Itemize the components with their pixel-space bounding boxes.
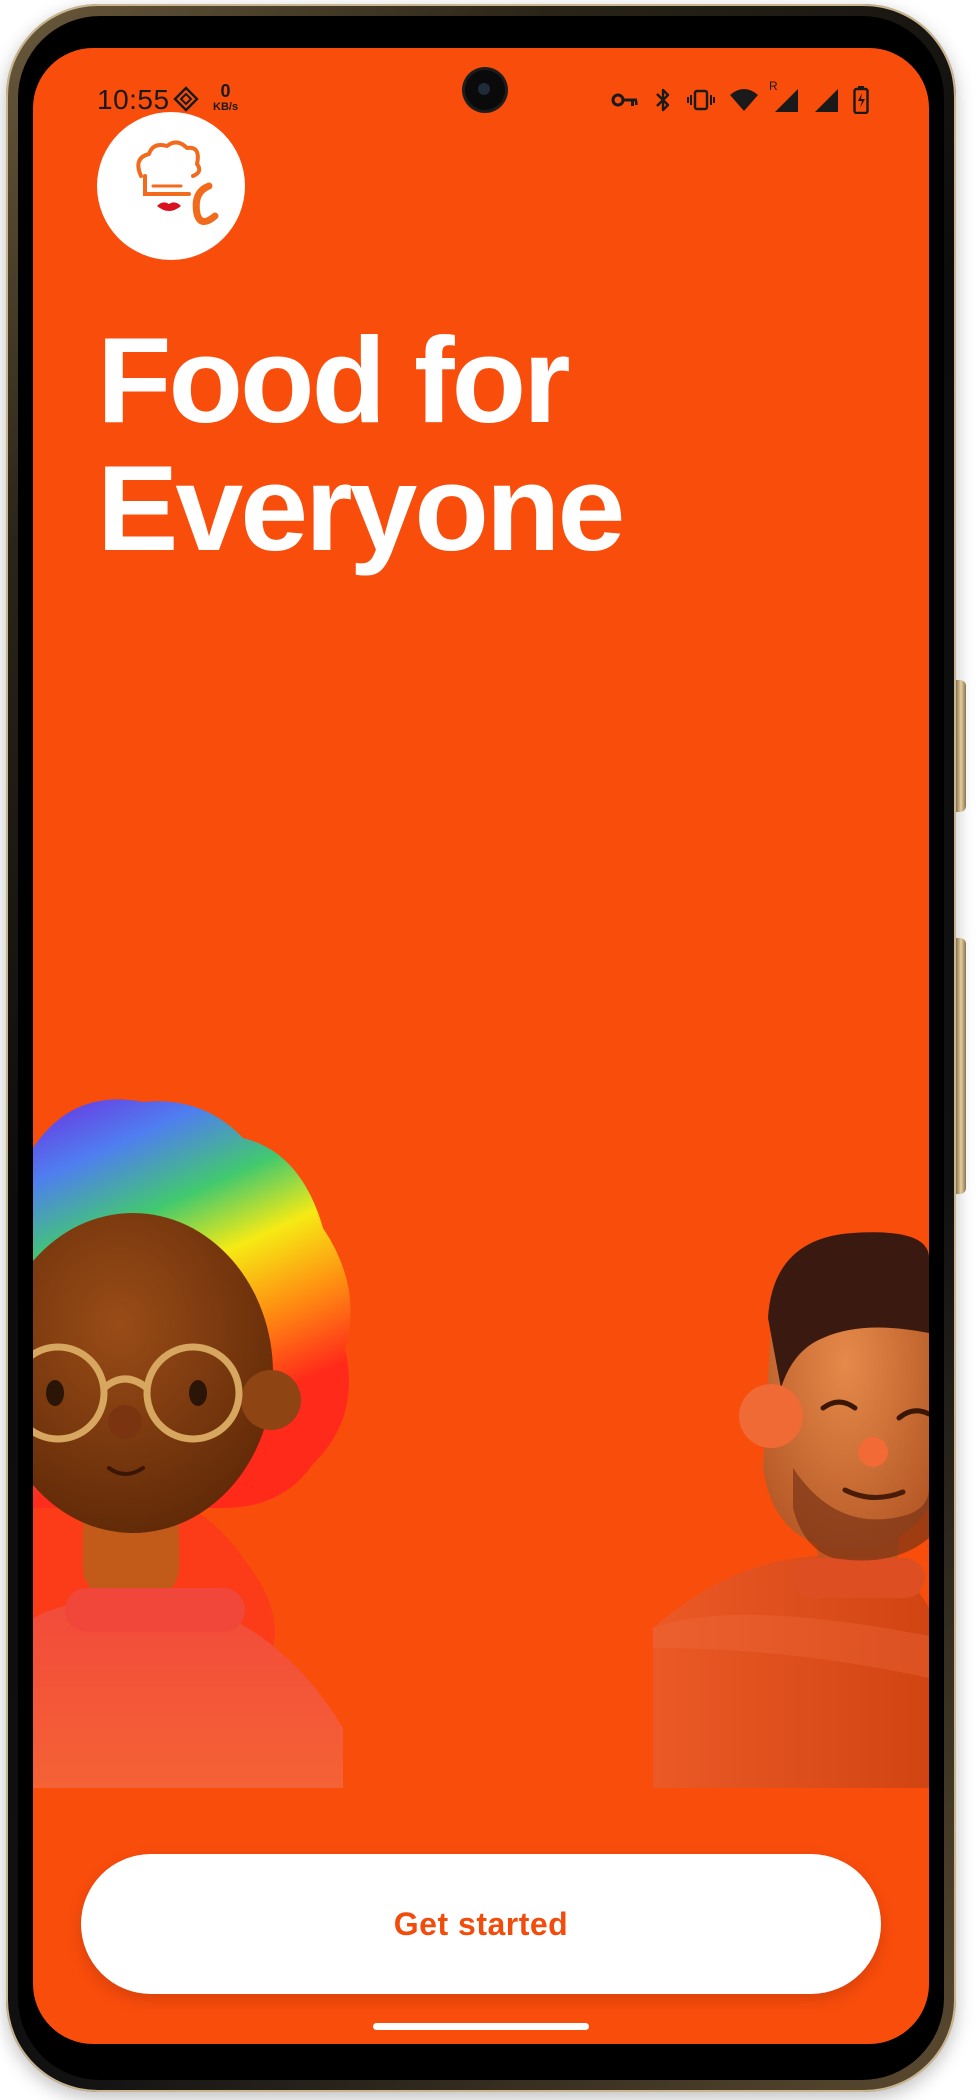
status-bar: 10:55 0 KB/s R [33, 48, 929, 115]
status-icons: R [611, 79, 869, 114]
signal-icon [813, 87, 839, 113]
battery-icon [853, 86, 869, 114]
woman-with-rainbow-hair-avatar [33, 1099, 351, 1788]
headline-line-1: Food for [97, 312, 571, 448]
vpn-key-icon [611, 92, 639, 108]
home-indicator[interactable] [373, 2023, 589, 2030]
vibrate-icon [687, 88, 715, 112]
chef-hat-logo-icon [136, 140, 219, 225]
power-button [956, 938, 966, 1194]
bearded-man-avatar [653, 1232, 929, 1788]
network-speed: 0 KB/s [213, 81, 238, 114]
app-logo [97, 112, 245, 260]
data-saver-icon [173, 86, 199, 112]
network-speed-value: 0 [220, 81, 231, 101]
front-camera [465, 70, 505, 110]
headline: Food for Everyone [97, 316, 877, 572]
headline-line-2: Everyone [97, 440, 625, 576]
wifi-icon [729, 88, 759, 112]
app-screen: 10:55 0 KB/s R Food for Everyone Get sta… [33, 48, 929, 2044]
signal-roaming-icon: R [769, 79, 799, 113]
roaming-label: R [769, 79, 778, 93]
volume-button [956, 680, 966, 812]
people-illustration [33, 1099, 929, 1788]
bluetooth-icon [653, 87, 673, 113]
get-started-button[interactable]: Get started [81, 1854, 881, 1994]
